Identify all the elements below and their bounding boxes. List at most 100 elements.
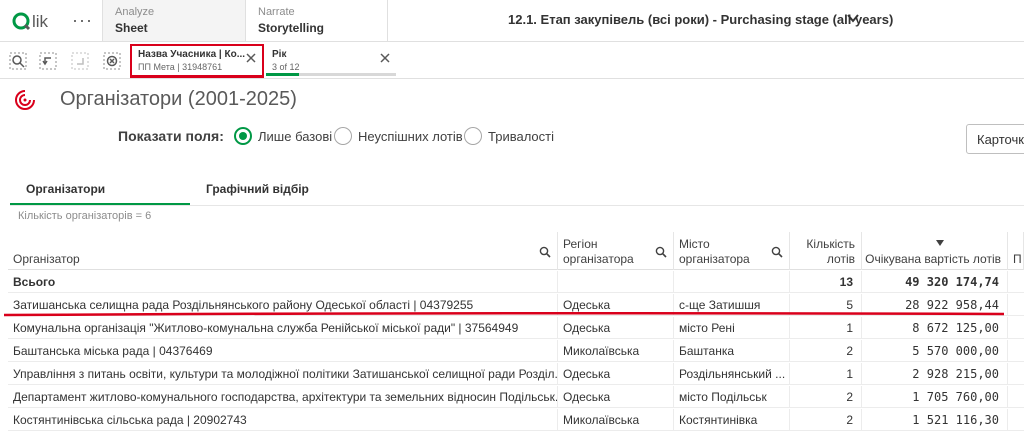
cell-lot-count: 1 bbox=[790, 317, 862, 339]
selection-chip-year[interactable]: Рік 3 of 12 bbox=[266, 46, 396, 76]
cell-region: Одеська bbox=[558, 386, 674, 408]
more-options-icon[interactable]: ··· bbox=[72, 10, 93, 31]
table-total-row: Всього 13 49 320 174,74 bbox=[8, 271, 1024, 293]
table-row[interactable]: Управління з питань освіти, культури та … bbox=[8, 363, 1024, 385]
svg-text:lik: lik bbox=[32, 12, 49, 31]
table-row[interactable]: Костянтинівська сільська рада | 20902743… bbox=[8, 409, 1024, 431]
cell-expected-value: 8 672 125,00 bbox=[862, 317, 1008, 339]
search-icon[interactable] bbox=[655, 246, 667, 258]
nav-analyze-label: Analyze bbox=[115, 6, 155, 18]
header-label: Організатор bbox=[13, 252, 80, 266]
cell-organizer: Баштанська міська рада | 04376469 bbox=[8, 340, 558, 362]
cell-organizer: Комунальна організація "Житлово-комуналь… bbox=[8, 317, 558, 339]
header-label: лотів bbox=[826, 252, 855, 266]
cell-city: місто Подільськ bbox=[674, 386, 790, 408]
cell-expected-value: 1 705 760,00 bbox=[862, 386, 1008, 408]
cell-city: місто Рені bbox=[674, 317, 790, 339]
clear-all-selections-icon[interactable] bbox=[102, 51, 122, 71]
smart-search-icon[interactable] bbox=[8, 51, 28, 71]
radio-label: Тривалості bbox=[488, 128, 554, 144]
organizer-logo-icon bbox=[15, 90, 35, 110]
selection-chip-value: ПП Мета | 31948761 bbox=[138, 62, 223, 72]
header-label: організатора bbox=[679, 252, 750, 266]
chevron-down-icon[interactable] bbox=[846, 11, 860, 25]
selection-progress-fill bbox=[266, 73, 299, 76]
cell-expected-value: 2 928 215,00 bbox=[862, 363, 1008, 385]
table-row[interactable]: Баштанська міська рада | 04376469 Микола… bbox=[8, 340, 1024, 362]
radio-label: Лише базові bbox=[258, 128, 333, 144]
selection-chip-title: Назва Учасника | Ко... bbox=[138, 49, 246, 60]
active-tab-indicator bbox=[10, 203, 190, 205]
app-title[interactable]: 12.1. Етап закупівель (всі роки) - Purch… bbox=[508, 12, 893, 27]
radio-label: Неуспішних лотів bbox=[358, 128, 463, 144]
table-cell bbox=[558, 271, 674, 293]
header-label: організатора bbox=[563, 252, 634, 266]
header-label: П bbox=[1013, 252, 1022, 266]
radio-basic-only[interactable]: Лише базові bbox=[234, 126, 332, 146]
tab-graphic-selection[interactable]: Графічний відбір bbox=[206, 182, 309, 196]
close-icon[interactable] bbox=[246, 53, 256, 63]
total-count: 13 bbox=[790, 271, 862, 293]
cell-organizer: Управління з питань освіти, культури та … bbox=[8, 363, 558, 385]
total-label: Всього bbox=[8, 271, 558, 293]
table-cell bbox=[674, 271, 790, 293]
total-value: 49 320 174,74 bbox=[862, 271, 1008, 293]
cell-expected-value: 1 521 116,30 bbox=[862, 409, 1008, 431]
tab-divider bbox=[10, 205, 1024, 206]
organizers-count: Кількість організаторів = 6 bbox=[18, 210, 152, 222]
table-row[interactable]: Департамент житлово-комунального господа… bbox=[8, 386, 1024, 408]
header-city[interactable]: Місто організатора bbox=[674, 232, 790, 270]
header-label: Кількість bbox=[806, 237, 855, 251]
radio-button[interactable] bbox=[464, 127, 482, 145]
cell-organizer: Костянтинівська сільська рада | 20902743 bbox=[8, 409, 558, 431]
table-header: Організатор Регіон організатора Місто орга… bbox=[8, 232, 1024, 270]
cell-region: Миколаївська bbox=[558, 340, 674, 362]
cell-region: Миколаївська bbox=[558, 409, 674, 431]
nav-sheet-label: Sheet bbox=[115, 21, 148, 35]
selection-chip-value: 3 of 12 bbox=[272, 62, 300, 72]
sort-descending-icon bbox=[936, 240, 944, 246]
tab-organizers[interactable]: Організатори bbox=[26, 182, 105, 196]
nav-narrate-label: Narrate bbox=[258, 6, 295, 18]
cell-lot-count: 2 bbox=[790, 340, 862, 362]
cell-city: Баштанка bbox=[674, 340, 790, 362]
highlight-underline bbox=[4, 311, 1004, 317]
selections-toolbar: Назва Учасника | Ко... ПП Мета | 3194876… bbox=[0, 43, 1024, 79]
top-navigation-bar: lik ··· Analyze Sheet Narrate Storytelli… bbox=[0, 0, 1024, 42]
radio-durations[interactable]: Тривалості bbox=[464, 126, 554, 146]
search-icon[interactable] bbox=[771, 246, 783, 258]
header-organizer[interactable]: Організатор bbox=[8, 232, 558, 270]
cell-lot-count: 2 bbox=[790, 386, 862, 408]
selection-chip-title: Рік bbox=[272, 49, 287, 60]
cell-city: Роздільнянський ... bbox=[674, 363, 790, 385]
step-forward-icon[interactable] bbox=[70, 51, 90, 71]
nav-analyze-sheet[interactable]: Analyze Sheet bbox=[102, 0, 246, 41]
cards-button[interactable]: Карточк bbox=[966, 124, 1024, 154]
cell-region: Одеська bbox=[558, 317, 674, 339]
cell-organizer: Департамент житлово-комунального господа… bbox=[8, 386, 558, 408]
header-expected-value[interactable]: Очікувана вартість лотів bbox=[862, 232, 1008, 270]
nav-narrate-storytelling[interactable]: Narrate Storytelling bbox=[246, 0, 388, 41]
nav-storytelling-label: Storytelling bbox=[258, 21, 325, 35]
radio-button[interactable] bbox=[234, 127, 252, 145]
radio-failed-lots[interactable]: Неуспішних лотів bbox=[334, 126, 463, 146]
header-region[interactable]: Регіон організатора bbox=[558, 232, 674, 270]
header-extra[interactable]: П bbox=[1008, 232, 1024, 270]
sheet-title: Організатори (2001-2025) bbox=[60, 88, 297, 110]
selection-chip-participant[interactable]: Назва Учасника | Ко... ПП Мета | 3194876… bbox=[130, 44, 264, 78]
step-back-icon[interactable] bbox=[38, 51, 58, 71]
qlik-logo[interactable]: lik bbox=[12, 9, 62, 33]
header-label: Очікувана вартість лотів bbox=[865, 252, 1001, 266]
table-row[interactable]: Комунальна організація "Житлово-комуналь… bbox=[8, 317, 1024, 339]
close-icon[interactable] bbox=[380, 53, 390, 63]
cell-expected-value: 5 570 000,00 bbox=[862, 340, 1008, 362]
search-icon[interactable] bbox=[539, 246, 551, 258]
cell-region: Одеська bbox=[558, 363, 674, 385]
cell-lot-count: 1 bbox=[790, 363, 862, 385]
header-label: Регіон bbox=[563, 237, 598, 251]
radio-button[interactable] bbox=[334, 127, 352, 145]
cell-city: Костянтинівка bbox=[674, 409, 790, 431]
fields-label: Показати поля: bbox=[118, 128, 224, 144]
cell-lot-count: 2 bbox=[790, 409, 862, 431]
header-lot-count[interactable]: Кількість лотів bbox=[790, 232, 862, 270]
